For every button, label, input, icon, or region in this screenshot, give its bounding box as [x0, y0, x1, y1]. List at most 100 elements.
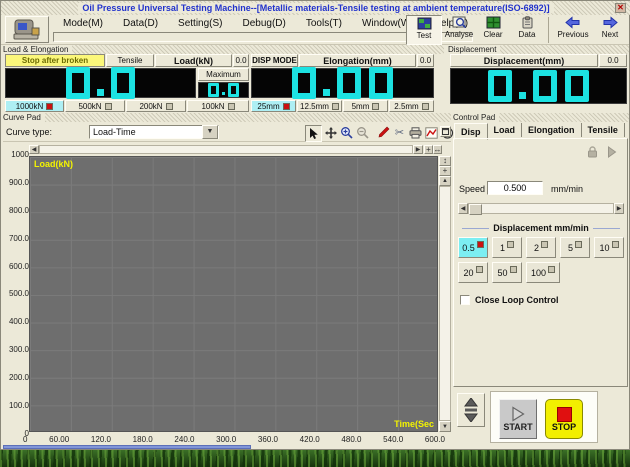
displacement-header: Displacement(mm)	[450, 54, 598, 67]
test-button[interactable]: Test	[406, 15, 442, 45]
range-12-5mm-button[interactable]: 12.5mm	[297, 100, 342, 112]
speed-5-button[interactable]: 5	[560, 237, 590, 258]
stop-button[interactable]: STOP	[545, 399, 583, 439]
disp-tab-panel: Speed mm/min ◀ ▶ Displacement mm/min 0.5…	[453, 138, 628, 387]
result-chart-tool-icon[interactable]	[424, 125, 439, 140]
zoom-in-tool-icon[interactable]	[339, 125, 354, 140]
displacement-display	[450, 68, 627, 104]
speed-label: Speed	[459, 184, 485, 194]
displacement-group: Displacement(mm) 0.0	[448, 54, 629, 112]
zoom-out-tool-icon[interactable]	[355, 125, 370, 140]
toolbar-separator	[548, 17, 549, 43]
curve-tools: ✂	[305, 125, 455, 142]
clear-label: Clear	[483, 30, 502, 39]
print-tool-icon[interactable]	[408, 125, 423, 140]
hscroll-track[interactable]	[39, 145, 413, 154]
speed-2-button[interactable]: 2	[526, 237, 556, 258]
menu-data[interactable]: Data(D)	[113, 17, 168, 30]
next-label: Next	[602, 30, 618, 39]
led-icon	[507, 241, 514, 248]
menu-debug[interactable]: Debug(D)	[233, 17, 296, 30]
scissors-tool-icon[interactable]: ✂	[392, 125, 407, 140]
tab-elongation[interactable]: Elongation	[522, 123, 582, 137]
close-icon[interactable]: ✕	[615, 3, 626, 13]
speed-50-button[interactable]: 50	[492, 262, 522, 283]
vzoom-plus-icon[interactable]: +	[439, 166, 451, 176]
curve-plot[interactable]: Load(kN) Time(Sec	[29, 156, 438, 432]
next-button[interactable]: Next	[593, 15, 627, 45]
tab-load[interactable]: Load	[488, 123, 523, 137]
analyse-icon	[452, 16, 467, 29]
curve-type-dropdown[interactable]: Load-Time ▼	[89, 125, 219, 139]
clear-button[interactable]: Clear	[476, 15, 510, 45]
disp-mode-button[interactable]: DISP MODE	[251, 54, 298, 67]
speed-20-button[interactable]: 20	[458, 262, 488, 283]
range-5mm-button[interactable]: 5mm	[343, 100, 388, 112]
speed-10-button[interactable]: 10	[594, 237, 624, 258]
load-display	[5, 68, 196, 98]
led-icon	[510, 266, 517, 273]
speed-slider-thumb[interactable]	[469, 204, 482, 215]
pan-tool-icon[interactable]	[323, 125, 338, 140]
data-button[interactable]: Data	[510, 15, 544, 45]
desktop: Oil Pressure Universal Testing Machine--…	[0, 0, 630, 467]
menu-setting[interactable]: Setting(S)	[168, 17, 232, 30]
chart-area: ◀ ▶ + ↔ 1000 900.0 800.0 700.0 600.0 500…	[3, 142, 451, 445]
displacement-group-label: Displacement	[448, 45, 629, 54]
analyse-button[interactable]: Analyse	[442, 15, 476, 45]
speed-unit: mm/min	[551, 184, 583, 194]
lock-icon	[586, 146, 599, 158]
load-elongation-group-label: Load & Elongation	[3, 45, 444, 54]
range-1000kn-button[interactable]: 1000kN	[5, 100, 64, 112]
maximize-curve-icon[interactable]	[440, 126, 451, 137]
range-100kn-button[interactable]: 100kN	[187, 100, 249, 112]
plot-y-label: Load(kN)	[34, 159, 73, 169]
control-pad-group-label: Control Pad	[453, 113, 629, 122]
hscroll-right-icon[interactable]: ▶	[413, 145, 423, 154]
chevron-down-icon[interactable]: ▼	[202, 125, 218, 139]
vscroll-up-icon[interactable]: ▲	[439, 176, 451, 186]
vscroll-down-icon[interactable]: ▼	[439, 421, 451, 432]
led-icon	[548, 266, 555, 273]
hscroll-left-icon[interactable]: ◀	[29, 145, 39, 154]
range-2-5mm-button[interactable]: 2.5mm	[389, 100, 434, 112]
range-500kn-button[interactable]: 500kN	[65, 100, 125, 112]
curve-type-label: Curve type:	[6, 127, 52, 137]
speed-slider-right-icon[interactable]: ▶	[614, 203, 624, 214]
elongation-header-value: 0.0	[417, 54, 434, 67]
menu-mode[interactable]: Mode(M)	[53, 17, 113, 30]
led-icon	[166, 103, 173, 110]
led-icon	[283, 103, 290, 110]
marker-pen-tool-icon[interactable]	[376, 125, 391, 140]
vfit-icon[interactable]: ↕	[439, 156, 451, 166]
previous-button[interactable]: Previous	[553, 15, 593, 45]
jog-up-down-button[interactable]	[457, 393, 485, 427]
title-bar: Oil Pressure Universal Testing Machine--…	[1, 1, 630, 15]
tensile-mode-button[interactable]: Tensile	[106, 54, 154, 67]
speed-100-button[interactable]: 100	[526, 262, 560, 283]
hfit-icon[interactable]: ↔	[433, 145, 442, 154]
tab-tensile[interactable]: Tensile	[582, 123, 625, 137]
menu-tools[interactable]: Tools(T)	[296, 17, 352, 30]
range-25mm-button[interactable]: 25mm	[251, 100, 296, 112]
previous-label: Previous	[557, 30, 588, 39]
hzoom-plus-icon[interactable]: +	[424, 145, 433, 154]
load-elongation-group: Stop after broken Tensile Load(kN) 0.0 M…	[3, 54, 444, 112]
speed-0-5-button[interactable]: 0.5	[458, 237, 488, 258]
range-200kn-button[interactable]: 200kN	[126, 100, 186, 112]
start-button[interactable]: START	[499, 399, 537, 439]
vscroll-track[interactable]	[439, 186, 451, 421]
load-header: Load(kN)	[155, 54, 232, 67]
stop-after-broken-status[interactable]: Stop after broken	[5, 54, 105, 67]
y-axis-ticks: 1000 900.0 800.0 700.0 600.0 500.0 400.0…	[3, 151, 29, 438]
maximum-display	[198, 82, 249, 98]
close-loop-checkbox[interactable]	[460, 295, 470, 305]
speed-input[interactable]	[487, 181, 543, 195]
led-icon	[575, 241, 582, 248]
maximum-display-value	[206, 83, 241, 97]
cursor-tool-icon[interactable]	[305, 125, 322, 142]
speed-slider-left-icon[interactable]: ◀	[458, 203, 468, 214]
led-icon	[105, 103, 112, 110]
speed-slider-track[interactable]	[468, 203, 614, 214]
speed-1-button[interactable]: 1	[492, 237, 522, 258]
